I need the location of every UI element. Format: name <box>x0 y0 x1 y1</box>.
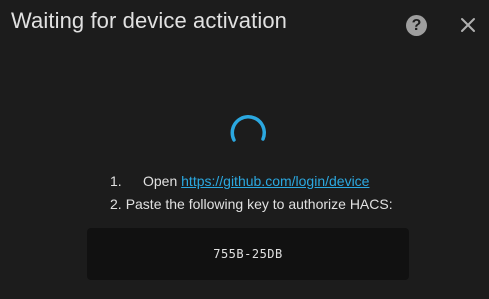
help-icon[interactable]: ? <box>406 15 427 36</box>
device-code-box[interactable]: 755B-25DB <box>87 228 409 280</box>
dialog-title: Waiting for device activation <box>11 8 287 33</box>
device-code[interactable]: 755B-25DB <box>213 247 283 261</box>
step-text: Paste the following key to authorize HAC… <box>125 196 393 212</box>
step-number: 1. <box>110 173 122 189</box>
step-text: Open <box>143 173 178 189</box>
step-open-link: 1. Open https://github.com/login/device <box>110 173 369 189</box>
close-icon[interactable] <box>459 16 477 34</box>
loading-spinner <box>228 113 268 153</box>
device-activation-dialog: Waiting for device activation ? 1. Open h… <box>0 0 489 299</box>
github-device-link[interactable]: https://github.com/login/device <box>181 173 369 189</box>
step-paste-key: 2. Paste the following key to authorize H… <box>110 196 393 212</box>
step-number: 2. <box>110 196 122 212</box>
